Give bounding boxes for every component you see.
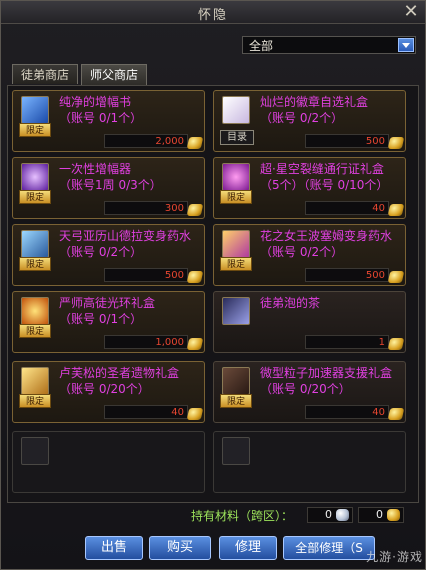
item-price: 40 <box>305 405 389 419</box>
item-icon <box>222 297 250 325</box>
item-price: 500 <box>305 134 389 148</box>
shop-window: 怀隐 ✕ 全部 徒弟商店 师父商店 限定 纯净的增幅书 （账号 0/1个） 2,… <box>0 0 426 570</box>
item-icon <box>21 367 49 395</box>
item-name: 灿烂的徽章自选礼盒 （账号 0/2个） <box>260 95 369 125</box>
limited-badge: 限定 <box>220 257 252 271</box>
gold-coin-icon <box>387 408 405 420</box>
shop-item-5[interactable]: 限定 天弓亚历山德拉变身药水（账号 0/2个） 500 <box>12 224 205 286</box>
item-name: 严师高徒光环礼盒 （账号 0/1个） <box>59 296 156 326</box>
window-title: 怀隐 <box>197 8 228 23</box>
item-icon <box>222 96 250 124</box>
category-filter-value: 全部 <box>249 39 274 53</box>
gold-coin-icon <box>186 408 204 420</box>
shop-item-1[interactable]: 限定 纯净的增幅书 （账号 0/1个） 2,000 <box>12 90 205 152</box>
materials-label: 持有材料（跨区）： <box>191 509 294 523</box>
shop-item-3[interactable]: 限定 一次性增幅器 （账号1周 0/3个） 300 <box>12 157 205 219</box>
empty-slot <box>12 431 205 493</box>
category-filter-select[interactable]: 全部 <box>242 36 416 54</box>
item-name: 花之女王波塞姆变身药水（账号 0/2个） <box>260 229 393 259</box>
item-price: 500 <box>305 268 389 282</box>
empty-slot <box>213 431 406 493</box>
sell-button[interactable]: 出售 <box>85 536 143 560</box>
repair-button[interactable]: 修理 <box>219 536 277 560</box>
limited-badge: 限定 <box>19 190 51 204</box>
item-name: 超·星空裂缝通行证礼盒（5个）（账号 0/10个） <box>260 162 389 192</box>
tab-master-shop[interactable]: 师父商店 <box>81 64 147 85</box>
shop-item-2[interactable]: 目录 灿烂的徽章自选礼盒 （账号 0/2个） 500 <box>213 90 406 152</box>
limited-badge: 限定 <box>220 190 252 204</box>
gold-coin-icon <box>186 204 204 216</box>
item-icon <box>222 367 250 395</box>
gold-coin-icon <box>387 204 405 216</box>
item-name: 卢芙松的圣者遗物礼盒（账号 0/20个） <box>59 366 180 396</box>
item-name: 一次性增幅器 （账号1周 0/3个） <box>59 162 162 192</box>
item-price: 500 <box>104 268 188 282</box>
item-price: 1 <box>305 335 389 349</box>
item-icon <box>21 297 49 325</box>
title-bar[interactable]: 怀隐 ✕ <box>1 1 425 24</box>
empty-item-icon <box>222 437 250 465</box>
empty-item-icon <box>21 437 49 465</box>
item-name: 微型粒子加速器支援礼盒（账号 0/20个） <box>260 366 393 396</box>
chevron-down-icon[interactable] <box>398 38 414 52</box>
gold-coin-icon <box>387 137 405 149</box>
shop-item-6[interactable]: 限定 花之女王波塞姆变身药水（账号 0/2个） 500 <box>213 224 406 286</box>
limited-badge: 限定 <box>19 123 51 137</box>
item-price: 2,000 <box>104 134 188 148</box>
material-crystal-icon <box>336 509 349 521</box>
shop-item-7[interactable]: 限定 严师高徒光环礼盒 （账号 0/1个） 1,000 <box>12 291 205 353</box>
close-icon[interactable]: ✕ <box>401 2 421 22</box>
limited-badge: 限定 <box>19 394 51 408</box>
limited-badge: 限定 <box>220 394 252 408</box>
repair-all-button[interactable]: 全部修理（S <box>283 536 375 560</box>
catalog-label: 目录 <box>220 130 254 145</box>
item-price: 40 <box>104 405 188 419</box>
item-name: 纯净的增幅书 （账号 0/1个） <box>59 95 143 125</box>
shop-item-9[interactable]: 限定 卢芙松的圣者遗物礼盒（账号 0/20个） 40 <box>12 361 205 423</box>
item-price: 300 <box>104 201 188 215</box>
watermark: 九游·游戏 <box>366 550 423 564</box>
gold-coin-icon <box>186 271 204 283</box>
shop-item-10[interactable]: 限定 微型粒子加速器支援礼盒（账号 0/20个） 40 <box>213 361 406 423</box>
limited-badge: 限定 <box>19 257 51 271</box>
material-gold-icon <box>387 509 400 521</box>
shop-item-8[interactable]: 徒弟泡的茶 1 <box>213 291 406 353</box>
item-icon <box>21 163 49 191</box>
gold-coin-icon <box>387 271 405 283</box>
buy-button[interactable]: 购买 <box>149 536 211 560</box>
limited-badge: 限定 <box>19 324 51 338</box>
item-price: 1,000 <box>104 335 188 349</box>
tab-disciple-shop[interactable]: 徒弟商店 <box>12 64 78 84</box>
shop-item-4[interactable]: 限定 超·星空裂缝通行证礼盒（5个）（账号 0/10个） 40 <box>213 157 406 219</box>
gold-coin-icon <box>387 338 405 350</box>
gold-coin-icon <box>186 137 204 149</box>
item-icon <box>21 230 49 258</box>
item-name: 徒弟泡的茶 <box>260 296 321 310</box>
item-price: 40 <box>305 201 389 215</box>
item-icon <box>222 230 250 258</box>
item-icon <box>222 163 250 191</box>
item-name: 天弓亚历山德拉变身药水（账号 0/2个） <box>59 229 192 259</box>
gold-coin-icon <box>186 338 204 350</box>
item-icon <box>21 96 49 124</box>
